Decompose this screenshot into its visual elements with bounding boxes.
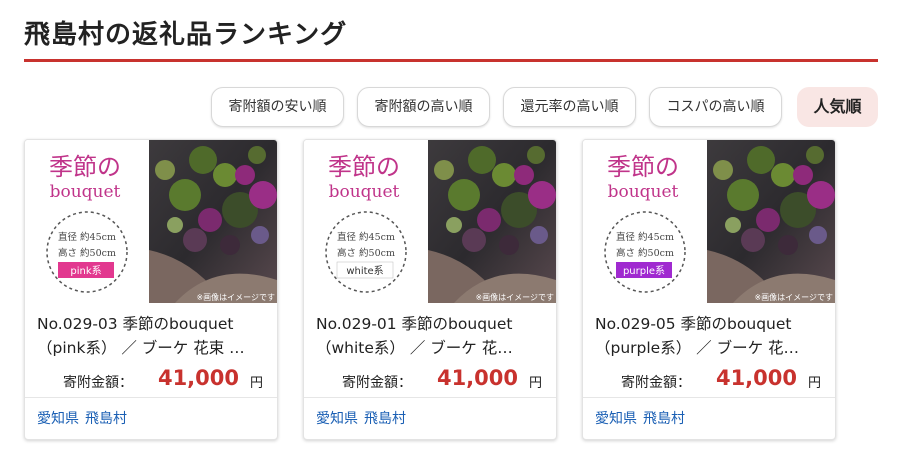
title-underline	[24, 59, 878, 62]
image-diameter: 直径 約45cm	[616, 231, 674, 243]
location-link[interactable]: 愛知県 飛島村	[595, 408, 691, 428]
price-unit: 円	[528, 376, 542, 391]
image-diameter: 直径 約45cm	[58, 231, 116, 243]
product-image[interactable]: 季節の bouquet 直径 約45cm 高さ 約50cm white系 ※画像…	[304, 140, 556, 303]
product-card[interactable]: 季節の bouquet 直径 約45cm 高さ 約50cm pink系 ※画像は…	[24, 139, 278, 440]
sort-return-rate-button[interactable]: 還元率の高い順	[503, 87, 636, 127]
product-title-line-2[interactable]: （pink系） ／ ブーケ 花束 …	[37, 336, 269, 360]
product-card[interactable]: 季節の bouquet 直径 約45cm 高さ 約50cm white系 ※画像…	[303, 139, 557, 440]
price-unit: 円	[249, 376, 263, 391]
image-heading-1: 季節の	[49, 153, 121, 181]
price-row: 寄附金額： 41,000 円	[25, 366, 277, 394]
image-height: 高さ 約50cm	[337, 247, 395, 259]
product-title-line-1[interactable]: No.029-01 季節のbouquet	[316, 312, 548, 336]
product-title-line-1[interactable]: No.029-05 季節のbouquet	[595, 312, 827, 336]
image-heading-2: bouquet	[50, 182, 121, 202]
city-link[interactable]: 飛島村	[364, 411, 406, 427]
image-note: ※画像はイメージです	[754, 292, 833, 302]
bouquet-photo	[428, 140, 556, 303]
prefecture-link[interactable]: 愛知県	[316, 411, 358, 427]
price-row: 寄附金額： 41,000 円	[304, 366, 556, 394]
product-card[interactable]: 季節の bouquet 直径 約45cm 高さ 約50cm purple系 ※画…	[582, 139, 836, 440]
city-link[interactable]: 飛島村	[643, 411, 685, 427]
image-heading-2: bouquet	[329, 182, 400, 202]
variant-label: white系	[346, 265, 383, 277]
price-unit: 円	[807, 376, 821, 391]
price-row: 寄附金額： 41,000 円	[583, 366, 835, 394]
product-title-line-1[interactable]: No.029-03 季節のbouquet	[37, 312, 269, 336]
price-label: 寄附金額：	[63, 375, 133, 391]
variant-label: purple系	[623, 265, 665, 277]
location-link[interactable]: 愛知県 飛島村	[37, 408, 133, 428]
image-height: 高さ 約50cm	[58, 247, 116, 259]
image-note: ※画像はイメージです	[196, 292, 275, 302]
prefecture-link[interactable]: 愛知県	[595, 411, 637, 427]
prefecture-link[interactable]: 愛知県	[37, 411, 79, 427]
price-value: 41,000	[436, 366, 518, 390]
image-diameter: 直径 約45cm	[337, 231, 395, 243]
price-value: 41,000	[157, 366, 239, 390]
image-heading-1: 季節の	[607, 153, 679, 181]
product-title-line-2[interactable]: （purple系） ／ ブーケ 花…	[595, 336, 827, 360]
sort-popular-button[interactable]: 人気順	[797, 87, 878, 127]
product-title[interactable]: No.029-03 季節のbouquet （pink系） ／ ブーケ 花束 …	[37, 312, 269, 360]
bouquet-photo	[707, 140, 835, 303]
city-link[interactable]: 飛島村	[85, 411, 127, 427]
product-image[interactable]: 季節の bouquet 直径 約45cm 高さ 約50cm pink系 ※画像は…	[25, 140, 277, 303]
location-link[interactable]: 愛知県 飛島村	[316, 408, 412, 428]
sort-cheapest-button[interactable]: 寄附額の安い順	[211, 87, 344, 127]
card-divider	[304, 397, 556, 398]
image-note: ※画像はイメージです	[475, 292, 554, 302]
product-image[interactable]: 季節の bouquet 直径 約45cm 高さ 約50cm purple系 ※画…	[583, 140, 835, 303]
card-divider	[583, 397, 835, 398]
sort-cost-performance-button[interactable]: コスパの高い順	[649, 87, 782, 127]
price-label: 寄附金額：	[342, 375, 412, 391]
price-label: 寄附金額：	[621, 375, 691, 391]
card-divider	[25, 397, 277, 398]
variant-label: pink系	[70, 265, 101, 277]
price-value: 41,000	[715, 366, 797, 390]
image-heading-1: 季節の	[328, 153, 400, 181]
product-title-line-2[interactable]: （white系） ／ ブーケ 花…	[316, 336, 548, 360]
sort-highest-button[interactable]: 寄附額の高い順	[357, 87, 490, 127]
product-title[interactable]: No.029-01 季節のbouquet （white系） ／ ブーケ 花…	[316, 312, 548, 360]
page-title: 飛島村の返礼品ランキング	[24, 20, 348, 50]
bouquet-photo	[149, 140, 277, 303]
product-title[interactable]: No.029-05 季節のbouquet （purple系） ／ ブーケ 花…	[595, 312, 827, 360]
image-height: 高さ 約50cm	[616, 247, 674, 259]
image-heading-2: bouquet	[608, 182, 679, 202]
